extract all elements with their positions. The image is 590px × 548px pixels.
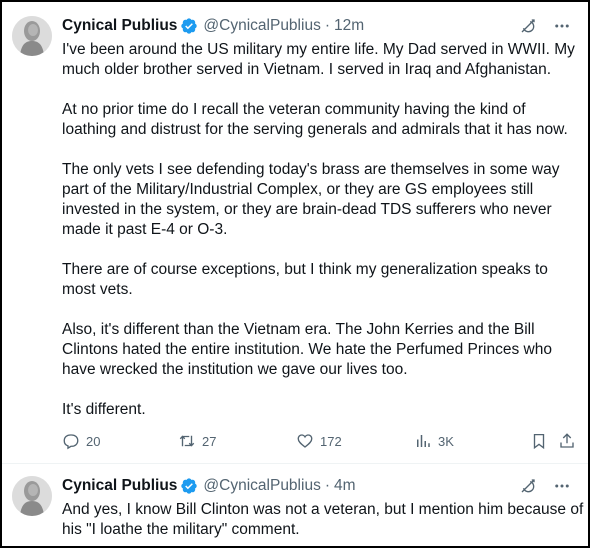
tweet[interactable]: Cynical Publius @CynicalPublius · 4m And… <box>2 464 588 548</box>
bust-icon <box>12 476 52 516</box>
header-actions <box>519 477 571 495</box>
tweet-paragraph: There are of course exceptions, but I th… <box>62 261 548 298</box>
tweet-actions: 20 27 172 3K <box>62 432 578 452</box>
tweet[interactable]: Cynical Publius @CynicalPublius · 12m I'… <box>2 2 588 463</box>
author-name[interactable]: Cynical Publius <box>62 477 177 495</box>
tweet-body: And yes, I know Bill Clinton was not a v… <box>62 500 584 540</box>
bookmark-icon <box>533 433 545 450</box>
tweet-paragraph: I've been around the US military my enti… <box>62 41 575 78</box>
share-button[interactable] <box>558 432 576 450</box>
views-button[interactable]: 3K <box>414 432 454 450</box>
avatar[interactable] <box>12 16 52 56</box>
tweet-paragraph: The only vets I see defending today's br… <box>62 161 560 238</box>
author-name[interactable]: Cynical Publius <box>62 17 177 35</box>
retweet-count: 27 <box>202 433 217 449</box>
author-handle[interactable]: @CynicalPublius <box>203 477 320 495</box>
more-icon[interactable] <box>553 17 571 35</box>
tweet-paragraph: Also, it's different than the Vietnam er… <box>62 321 552 378</box>
tweet-paragraph: It's different. <box>62 401 146 418</box>
more-icon[interactable] <box>553 477 571 495</box>
like-button[interactable]: 172 <box>296 432 342 450</box>
screenshot-frame: Cynical Publius @CynicalPublius · 12m I'… <box>0 0 590 548</box>
timestamp[interactable]: 12m <box>334 17 364 35</box>
tweet-header: Cynical Publius @CynicalPublius · 12m <box>62 16 577 36</box>
tweet-paragraph: At no prior time do I recall the veteran… <box>62 101 568 138</box>
grok-icon[interactable] <box>519 17 537 35</box>
heart-icon <box>297 434 313 448</box>
bookmark-button[interactable] <box>530 432 548 450</box>
retweet-button[interactable]: 27 <box>178 432 216 450</box>
reply-count: 20 <box>86 433 101 449</box>
verified-badge-icon <box>180 477 198 495</box>
separator-dot: · <box>324 477 330 494</box>
reply-button[interactable]: 20 <box>62 432 100 450</box>
tweet-header: Cynical Publius @CynicalPublius · 4m <box>62 476 577 496</box>
reply-icon <box>63 434 79 450</box>
avatar[interactable] <box>12 476 52 516</box>
like-count: 172 <box>320 433 342 449</box>
verified-badge-icon <box>180 17 198 35</box>
header-actions <box>519 17 571 35</box>
grok-icon[interactable] <box>519 477 537 495</box>
views-count: 3K <box>438 433 454 449</box>
tweet-paragraph: And yes, I know Bill Clinton was not a v… <box>62 501 584 538</box>
share-icon <box>560 433 574 448</box>
retweet-icon <box>179 435 195 447</box>
author-handle[interactable]: @CynicalPublius <box>203 17 320 35</box>
timestamp[interactable]: 4m <box>334 477 356 495</box>
tweet-body: I've been around the US military my enti… <box>62 40 584 420</box>
views-chart-icon <box>417 435 430 447</box>
bust-icon <box>12 16 52 56</box>
separator-dot: · <box>324 17 330 34</box>
